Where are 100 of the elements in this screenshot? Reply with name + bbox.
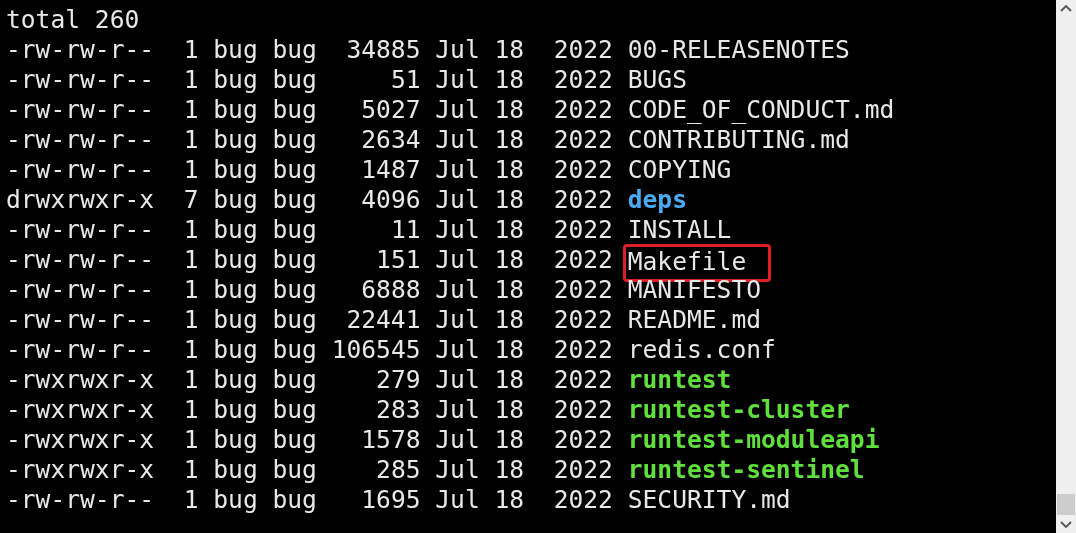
total-text: total 260 bbox=[6, 5, 140, 35]
year-text: 2022 bbox=[552, 215, 613, 245]
permissions-text: -rw-rw-r-- bbox=[6, 305, 155, 335]
scroll-up-icon[interactable] bbox=[1060, 4, 1072, 12]
owner-text: bug bbox=[213, 305, 258, 335]
permissions-text: -rw-rw-r-- bbox=[6, 35, 155, 65]
day-text: 18 bbox=[494, 185, 525, 215]
day-text: 18 bbox=[494, 155, 525, 185]
owner-text: bug bbox=[213, 275, 258, 305]
day-text: 18 bbox=[494, 35, 525, 65]
owner-text: bug bbox=[213, 95, 258, 125]
scrollbar[interactable] bbox=[1056, 0, 1076, 533]
permissions-text: -rwxrwxr-x bbox=[6, 455, 155, 485]
year-text: 2022 bbox=[552, 335, 613, 365]
year-text: 2022 bbox=[552, 245, 613, 275]
links-text: 1 bbox=[182, 65, 199, 95]
links-text: 1 bbox=[182, 215, 199, 245]
day-text: 18 bbox=[494, 455, 525, 485]
year-text: 2022 bbox=[552, 455, 613, 485]
file-name: SECURITY.md bbox=[627, 485, 791, 515]
links-text: 1 bbox=[182, 335, 199, 365]
size-text: 106545 bbox=[331, 335, 421, 365]
group-text: bug bbox=[272, 425, 317, 455]
group-text: bug bbox=[272, 485, 317, 515]
group-text: bug bbox=[272, 245, 317, 275]
month-text: Jul bbox=[435, 485, 480, 515]
day-text: 18 bbox=[494, 395, 525, 425]
month-text: Jul bbox=[435, 155, 480, 185]
file-name: deps bbox=[627, 185, 687, 215]
group-text: bug bbox=[272, 365, 317, 395]
day-text: 18 bbox=[494, 125, 525, 155]
year-text: 2022 bbox=[552, 485, 613, 515]
year-text: 2022 bbox=[552, 275, 613, 305]
owner-text: bug bbox=[213, 455, 258, 485]
file-name: COPYING bbox=[627, 155, 732, 185]
size-text: 6888 bbox=[360, 275, 421, 305]
year-text: 2022 bbox=[552, 185, 613, 215]
permissions-text: -rw-rw-r-- bbox=[6, 485, 155, 515]
scrollbar-thumb[interactable] bbox=[1057, 494, 1075, 515]
year-text: 2022 bbox=[552, 395, 613, 425]
permissions-text: -rw-rw-r-- bbox=[6, 65, 155, 95]
month-text: Jul bbox=[435, 395, 480, 425]
size-text: 11 bbox=[389, 215, 421, 245]
size-text: 1695 bbox=[360, 485, 421, 515]
permissions-text: -rw-rw-r-- bbox=[6, 275, 155, 305]
size-text: 5027 bbox=[360, 95, 421, 125]
day-text: 18 bbox=[494, 275, 525, 305]
links-text: 1 bbox=[182, 35, 199, 65]
size-text: 285 bbox=[375, 455, 421, 485]
group-text: bug bbox=[272, 95, 317, 125]
permissions-text: -rw-rw-r-- bbox=[6, 245, 155, 275]
size-text: 283 bbox=[375, 395, 421, 425]
file-name: redis.conf bbox=[627, 335, 776, 365]
links-text: 1 bbox=[182, 485, 199, 515]
links-text: 1 bbox=[182, 275, 199, 305]
year-text: 2022 bbox=[552, 125, 613, 155]
year-text: 2022 bbox=[552, 425, 613, 455]
group-text: bug bbox=[272, 65, 317, 95]
group-text: bug bbox=[272, 275, 317, 305]
links-text: 1 bbox=[182, 455, 199, 485]
owner-text: bug bbox=[213, 365, 258, 395]
permissions-text: -rwxrwxr-x bbox=[6, 395, 155, 425]
day-text: 18 bbox=[494, 95, 525, 125]
year-text: 2022 bbox=[552, 155, 613, 185]
owner-text: bug bbox=[213, 485, 258, 515]
permissions-text: drwxrwxr-x bbox=[6, 185, 155, 215]
group-text: bug bbox=[272, 125, 317, 155]
day-text: 18 bbox=[494, 305, 525, 335]
permissions-text: -rw-rw-r-- bbox=[6, 335, 155, 365]
year-text: 2022 bbox=[552, 95, 613, 125]
day-text: 18 bbox=[494, 485, 525, 515]
group-text: bug bbox=[272, 455, 317, 485]
group-text: bug bbox=[272, 215, 317, 245]
permissions-text: -rwxrwxr-x bbox=[6, 425, 155, 455]
links-text: 7 bbox=[182, 185, 199, 215]
size-text: 4096 bbox=[360, 185, 421, 215]
day-text: 18 bbox=[494, 365, 525, 395]
file-name: INSTALL bbox=[627, 215, 732, 245]
links-text: 1 bbox=[182, 125, 199, 155]
day-text: 18 bbox=[494, 65, 525, 95]
owner-text: bug bbox=[213, 65, 258, 95]
links-text: 1 bbox=[182, 245, 199, 275]
group-text: bug bbox=[272, 305, 317, 335]
size-text: 1578 bbox=[360, 425, 421, 455]
month-text: Jul bbox=[435, 185, 480, 215]
owner-text: bug bbox=[213, 245, 258, 275]
group-text: bug bbox=[272, 155, 317, 185]
day-text: 18 bbox=[494, 215, 525, 245]
size-text: 51 bbox=[389, 65, 421, 95]
owner-text: bug bbox=[213, 185, 258, 215]
day-text: 18 bbox=[494, 335, 525, 365]
owner-text: bug bbox=[213, 335, 258, 365]
file-name: runtest-cluster bbox=[627, 395, 850, 425]
year-text: 2022 bbox=[552, 65, 613, 95]
scroll-down-icon[interactable] bbox=[1060, 521, 1072, 529]
file-name: runtest-sentinel bbox=[627, 455, 865, 485]
permissions-text: -rw-rw-r-- bbox=[6, 215, 155, 245]
day-text: 18 bbox=[494, 425, 525, 455]
file-name: runtest bbox=[627, 365, 732, 395]
month-text: Jul bbox=[435, 275, 480, 305]
